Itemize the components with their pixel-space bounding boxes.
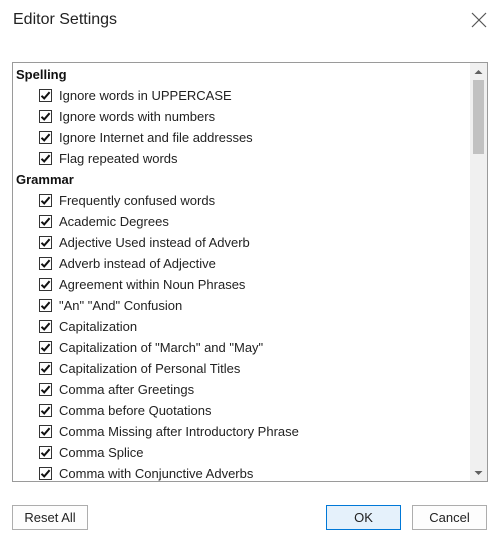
option-an-and-confusion[interactable]: "An" "And" Confusion bbox=[13, 295, 469, 316]
option-label: Frequently confused words bbox=[59, 193, 216, 208]
settings-list-content: Spelling Ignore words in UPPERCASE Ignor… bbox=[13, 64, 469, 481]
option-comma-after-greetings[interactable]: Comma after Greetings bbox=[13, 379, 469, 400]
option-adverb-instead-of-adjective[interactable]: Adverb instead of Adjective bbox=[13, 253, 469, 274]
checkmark-icon bbox=[40, 217, 51, 226]
option-academic-degrees[interactable]: Academic Degrees bbox=[13, 211, 469, 232]
option-ignore-uppercase[interactable]: Ignore words in UPPERCASE bbox=[13, 85, 469, 106]
checkmark-icon bbox=[40, 196, 51, 205]
checkbox[interactable] bbox=[39, 446, 52, 459]
checkbox[interactable] bbox=[39, 110, 52, 123]
chevron-down-icon bbox=[474, 470, 483, 475]
option-label: "An" "And" Confusion bbox=[59, 298, 183, 313]
section-header-grammar: Grammar bbox=[16, 172, 74, 187]
option-capitalization[interactable]: Capitalization bbox=[13, 316, 469, 337]
option-comma-before-quotations[interactable]: Comma before Quotations bbox=[13, 400, 469, 421]
checkbox[interactable] bbox=[39, 404, 52, 417]
option-comma-conjunctive-adverbs[interactable]: Comma with Conjunctive Adverbs bbox=[13, 463, 469, 481]
checkmark-icon bbox=[40, 301, 51, 310]
checkmark-icon bbox=[40, 112, 51, 121]
option-label: Comma Missing after Introductory Phrase bbox=[59, 424, 299, 439]
option-ignore-internet-addresses[interactable]: Ignore Internet and file addresses bbox=[13, 127, 469, 148]
dialog-title: Editor Settings bbox=[13, 11, 118, 28]
option-capitalization-personal-titles[interactable]: Capitalization of Personal Titles bbox=[13, 358, 469, 379]
option-label: Adjective Used instead of Adverb bbox=[59, 235, 250, 250]
checkbox[interactable] bbox=[39, 299, 52, 312]
option-label: Comma after Greetings bbox=[59, 382, 195, 397]
option-label: Academic Degrees bbox=[59, 214, 169, 229]
scroll-down-button[interactable] bbox=[470, 464, 487, 481]
checkbox[interactable] bbox=[39, 467, 52, 480]
chevron-up-icon bbox=[474, 69, 483, 74]
option-comma-splice[interactable]: Comma Splice bbox=[13, 442, 469, 463]
reset-all-button[interactable]: Reset All bbox=[12, 505, 88, 530]
option-label: Comma Splice bbox=[59, 445, 144, 460]
vertical-scrollbar[interactable] bbox=[470, 63, 487, 481]
option-flag-repeated-words[interactable]: Flag repeated words bbox=[13, 148, 469, 169]
option-label: Capitalization of "March" and "May" bbox=[59, 340, 264, 355]
checkbox[interactable] bbox=[39, 131, 52, 144]
checkbox[interactable] bbox=[39, 236, 52, 249]
checkmark-icon bbox=[40, 259, 51, 268]
option-label: Flag repeated words bbox=[59, 151, 178, 166]
option-label: Capitalization of Personal Titles bbox=[59, 361, 241, 376]
checkbox[interactable] bbox=[39, 257, 52, 270]
option-capitalization-march-may[interactable]: Capitalization of "March" and "May" bbox=[13, 337, 469, 358]
option-comma-missing-introductory[interactable]: Comma Missing after Introductory Phrase bbox=[13, 421, 469, 442]
checkmark-icon bbox=[40, 343, 51, 352]
option-label: Capitalization bbox=[59, 319, 138, 334]
checkmark-icon bbox=[40, 469, 51, 478]
dialog-titlebar: Editor Settings bbox=[0, 0, 500, 44]
checkbox[interactable] bbox=[39, 152, 52, 165]
scroll-thumb[interactable] bbox=[473, 80, 484, 154]
checkmark-icon bbox=[40, 322, 51, 331]
settings-list[interactable]: Spelling Ignore words in UPPERCASE Ignor… bbox=[12, 62, 488, 482]
option-label: Agreement within Noun Phrases bbox=[59, 277, 246, 292]
option-label: Comma before Quotations bbox=[59, 403, 212, 418]
option-agreement-noun-phrases[interactable]: Agreement within Noun Phrases bbox=[13, 274, 469, 295]
checkmark-icon bbox=[40, 385, 51, 394]
checkmark-icon bbox=[40, 406, 51, 415]
option-label: Comma with Conjunctive Adverbs bbox=[59, 466, 254, 481]
checkmark-icon bbox=[40, 91, 51, 100]
checkmark-icon bbox=[40, 154, 51, 163]
checkmark-icon bbox=[40, 280, 51, 289]
option-frequently-confused-words[interactable]: Frequently confused words bbox=[13, 190, 469, 211]
option-label: Ignore Internet and file addresses bbox=[59, 130, 253, 145]
close-icon bbox=[471, 12, 487, 28]
checkbox[interactable] bbox=[39, 278, 52, 291]
checkbox[interactable] bbox=[39, 425, 52, 438]
checkmark-icon bbox=[40, 133, 51, 142]
option-label: Ignore words with numbers bbox=[59, 109, 216, 124]
option-label: Adverb instead of Adjective bbox=[59, 256, 216, 271]
checkmark-icon bbox=[40, 427, 51, 436]
close-button[interactable] bbox=[464, 6, 494, 34]
checkmark-icon bbox=[40, 364, 51, 373]
option-adjective-instead-of-adverb[interactable]: Adjective Used instead of Adverb bbox=[13, 232, 469, 253]
checkbox[interactable] bbox=[39, 215, 52, 228]
checkmark-icon bbox=[40, 448, 51, 457]
cancel-button[interactable]: Cancel bbox=[412, 505, 487, 530]
scroll-up-button[interactable] bbox=[470, 63, 487, 80]
section-header-spelling: Spelling bbox=[16, 67, 67, 82]
checkmark-icon bbox=[40, 238, 51, 247]
option-label: Ignore words in UPPERCASE bbox=[59, 88, 232, 103]
ok-button[interactable]: OK bbox=[326, 505, 401, 530]
checkbox[interactable] bbox=[39, 341, 52, 354]
checkbox[interactable] bbox=[39, 383, 52, 396]
checkbox[interactable] bbox=[39, 320, 52, 333]
checkbox[interactable] bbox=[39, 362, 52, 375]
checkbox[interactable] bbox=[39, 89, 52, 102]
checkbox[interactable] bbox=[39, 194, 52, 207]
option-ignore-numbers[interactable]: Ignore words with numbers bbox=[13, 106, 469, 127]
